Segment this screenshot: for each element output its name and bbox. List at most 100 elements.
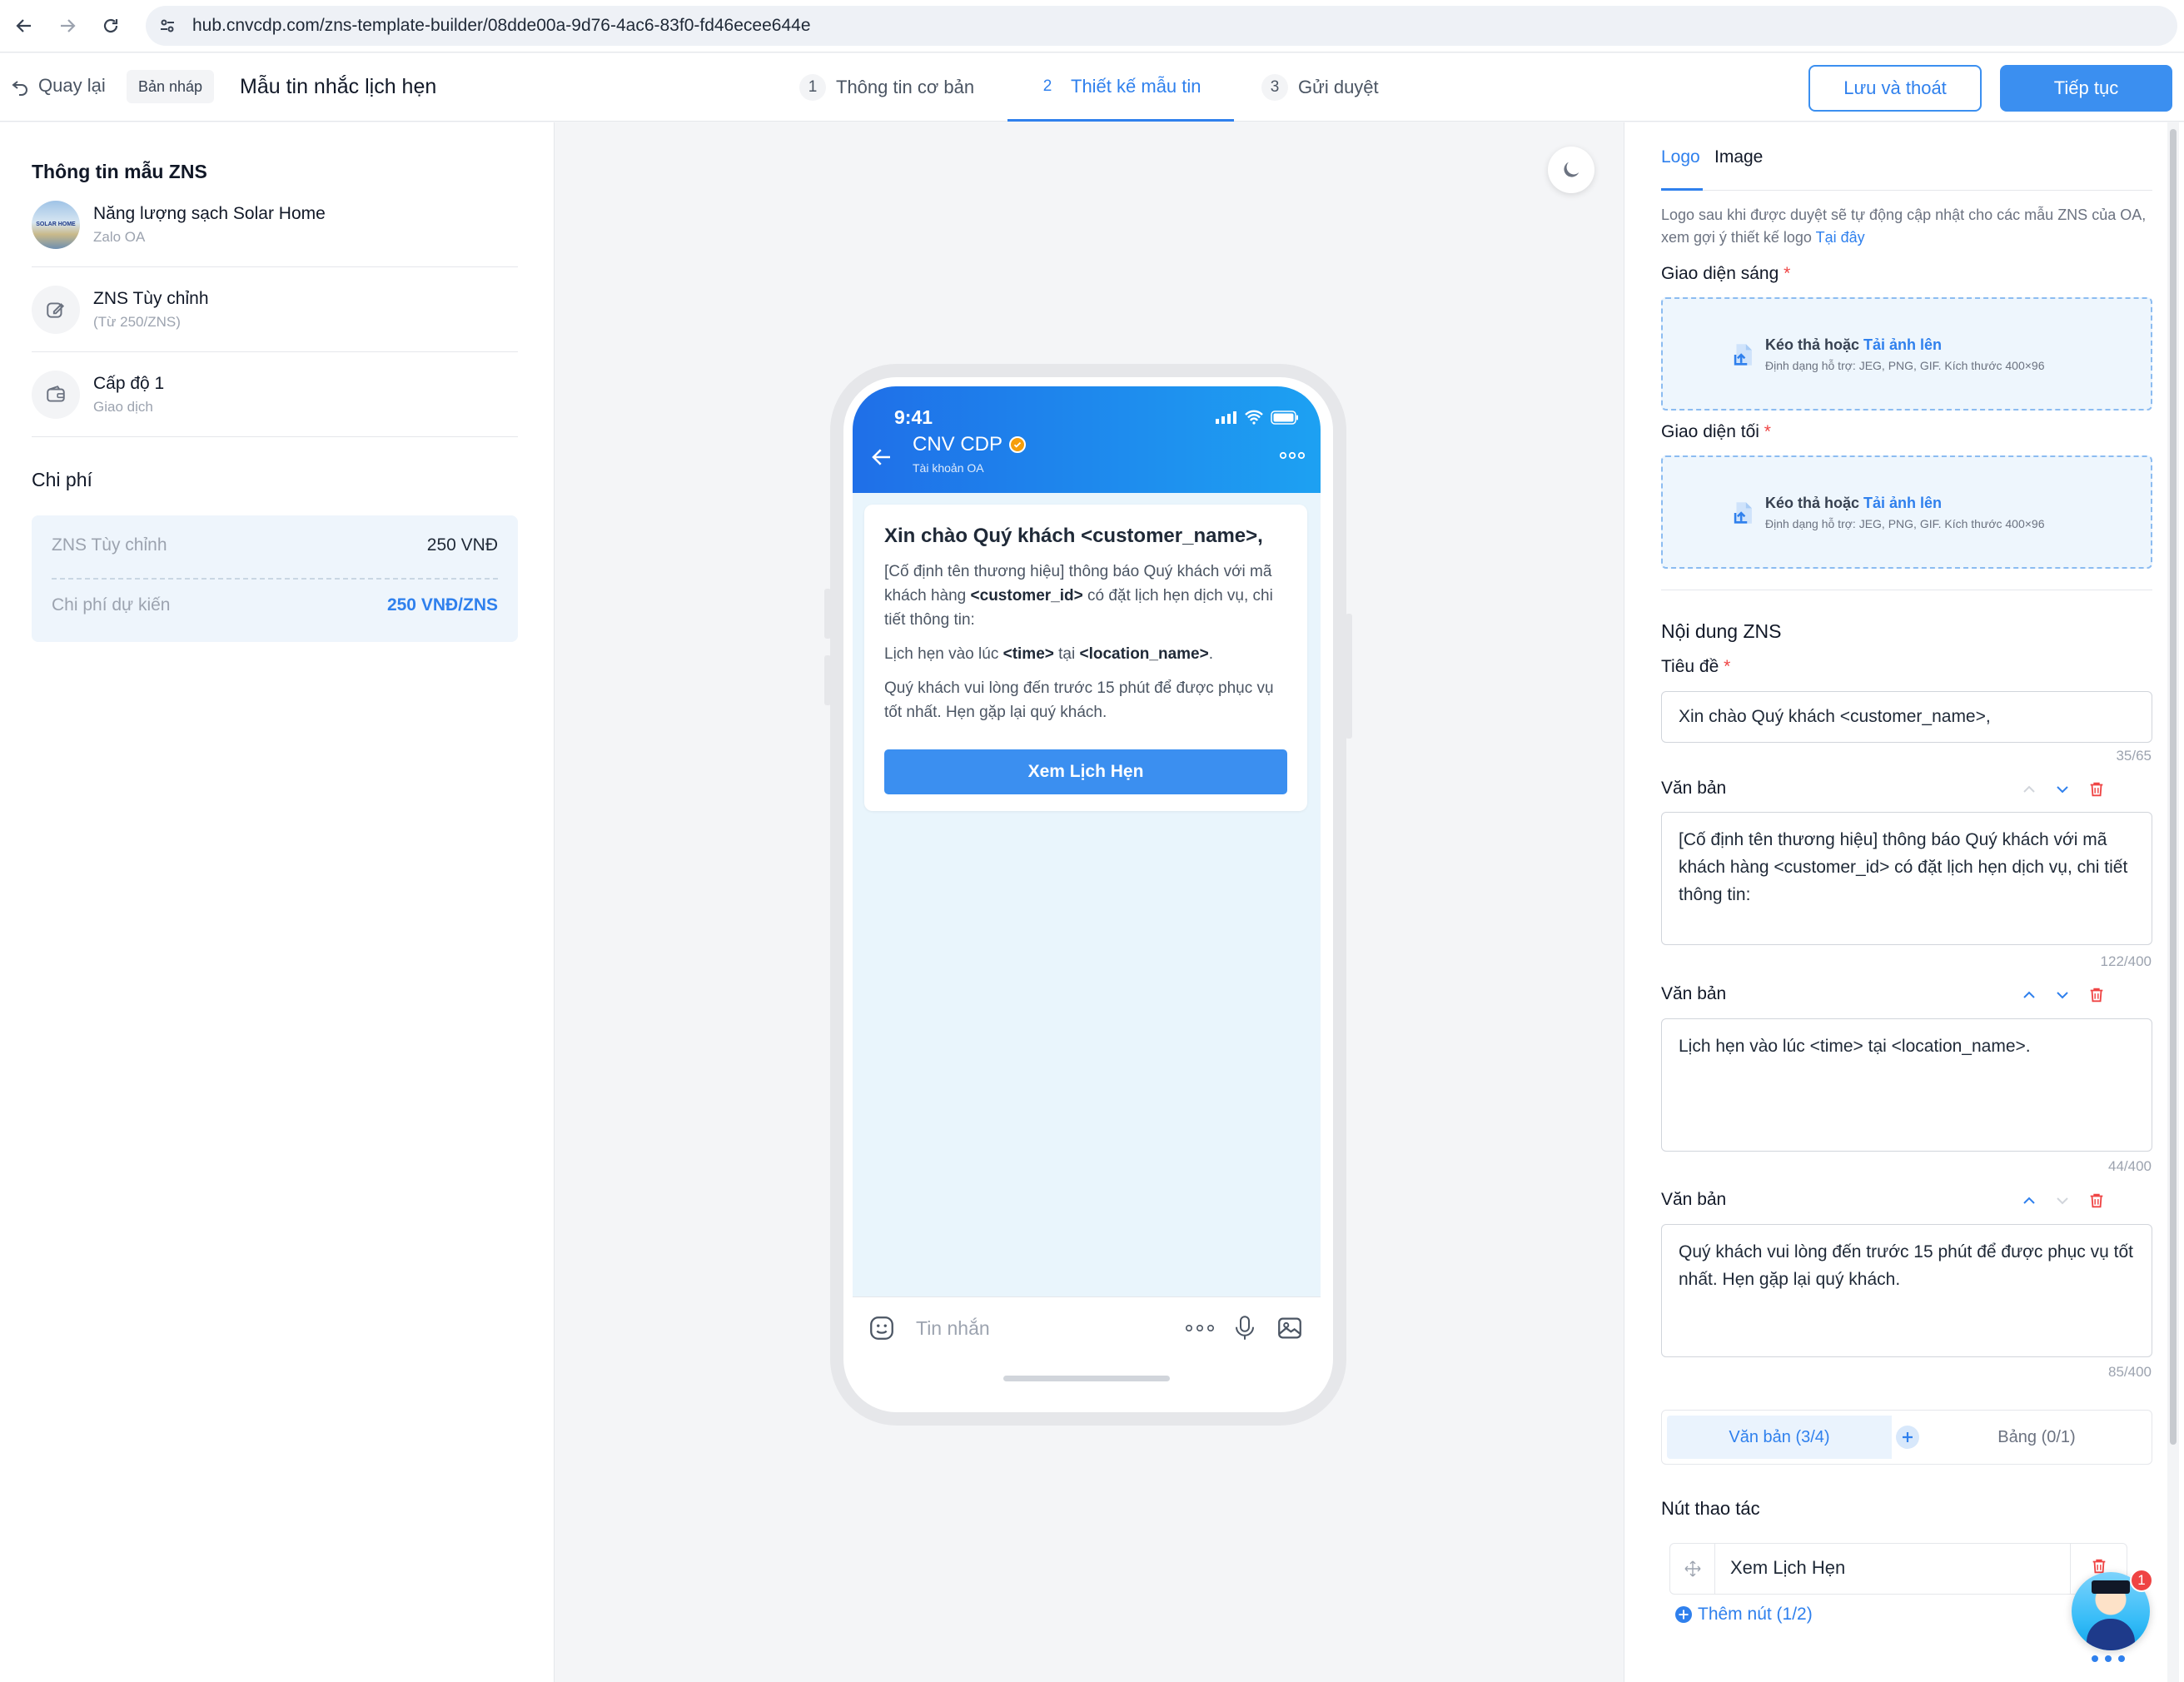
tab-logo[interactable]: Logo: [1661, 147, 1703, 191]
upload-file-icon: [1729, 341, 1758, 373]
view-appointment-button[interactable]: Xem Lịch Hẹn: [884, 749, 1287, 794]
right-editor-panel: Logo Image Logo sau khi được duyệt sẽ tự…: [1624, 122, 2184, 1682]
title-label: Tiêu đề *: [1661, 657, 1731, 676]
scroll-thumb[interactable]: [2170, 129, 2177, 1445]
text-block-controls: [2021, 780, 2106, 803]
trash-icon[interactable]: [2087, 780, 2106, 803]
url-text: hub.cnvcdp.com/zns-template-builder/08dd…: [192, 16, 811, 35]
text-block-label: Văn bản: [1661, 779, 1727, 798]
zns-message-card: Xin chào Quý khách <customer_name>, [Cố …: [864, 505, 1307, 811]
move-up-icon[interactable]: [2021, 987, 2037, 1008]
verified-badge-icon: [1009, 436, 1027, 453]
upload-instruction: Kéo thả hoặc Tải ảnh lên: [1765, 494, 1943, 511]
light-logo-dropzone[interactable]: Kéo thả hoặc Tải ảnh lên Định dạng hỗ tr…: [1661, 297, 2152, 411]
browser-bar: hub.cnvcdp.com/zns-template-builder/08dd…: [0, 0, 2184, 52]
zns-type-price: (Từ 250/ZNS): [93, 313, 181, 330]
image-icon[interactable]: [1276, 1314, 1304, 1346]
text-block-textarea[interactable]: Lịch hẹn vào lúc <time> tại <location_na…: [1661, 1018, 2152, 1152]
status-time: 9:41: [894, 406, 933, 428]
save-exit-button[interactable]: Lưu và thoát: [1808, 65, 1982, 112]
step-basic-info[interactable]: 1 Thông tin cơ bản: [799, 53, 974, 122]
more-options-icon[interactable]: [1279, 450, 1306, 465]
text-block-counter: 85/400: [2108, 1364, 2152, 1380]
dark-mode-label: Giao diện tối *: [1661, 422, 1771, 441]
message-title: Xin chào Quý khách <customer_name>,: [884, 525, 1263, 547]
move-down-icon[interactable]: [2054, 987, 2071, 1008]
text-block-textarea[interactable]: [Cố định tên thương hiệu] thông báo Quý …: [1661, 812, 2152, 945]
typing-dots-icon: [2092, 1655, 2125, 1662]
add-action-button[interactable]: Thêm nút (1/2): [1674, 1605, 1813, 1625]
plus-icon[interactable]: [1896, 1426, 1919, 1449]
zns-type-title: ZNS Tùy chỉnh: [93, 288, 209, 308]
step-label: Gửi duyệt: [1298, 77, 1379, 97]
move-down-icon[interactable]: [2054, 781, 2071, 802]
message-paragraph: Quý khách vui lòng đến trước 15 phút để …: [884, 679, 1274, 721]
cost-row-estimated: Chi phí dự kiến 250 VNĐ/ZNS: [52, 595, 498, 615]
step-number: 2: [1042, 77, 1052, 95]
logo-hint: Logo sau khi được duyệt sẽ tự động cập n…: [1661, 207, 2147, 246]
upload-link[interactable]: Tải ảnh lên: [1863, 495, 1942, 511]
upload-instruction: Kéo thả hoặc Tải ảnh lên: [1765, 336, 1943, 353]
move-up-icon[interactable]: [2021, 1192, 2037, 1213]
page-title: Mẫu tin nhắc lịch hẹn: [240, 75, 437, 98]
level-title: Cấp độ 1: [93, 373, 165, 393]
title-input[interactable]: Xin chào Quý khách <customer_name>,: [1661, 691, 2152, 743]
drag-handle-icon[interactable]: [1670, 1544, 1715, 1594]
message-paragraph: Lịch hẹn vào lúc <time> tại <location_na…: [884, 645, 1213, 663]
site-settings-icon[interactable]: [157, 16, 177, 41]
reload-icon[interactable]: [92, 7, 130, 45]
status-badge: Bản nháp: [127, 70, 215, 103]
title-counter: 35/65: [2116, 748, 2152, 764]
step-label: Thông tin cơ bản: [836, 77, 975, 97]
text-block-controls: [2021, 1192, 2106, 1214]
text-block-counter: 44/400: [2108, 1158, 2152, 1174]
cost-label: ZNS Tùy chỉnh: [52, 535, 167, 555]
text-block-textarea[interactable]: Quý khách vui lòng đến trước 15 phút để …: [1661, 1224, 2152, 1357]
text-block-label: Văn bản: [1661, 984, 1727, 1003]
action-button-input[interactable]: Xem Lịch Hẹn: [1730, 1557, 1845, 1579]
notification-badge: 1: [2130, 1569, 2153, 1592]
text-block-counter: 122/400: [2100, 953, 2152, 969]
oa-account-subtitle: Tài khoản OA: [913, 461, 984, 475]
upload-link[interactable]: Tải ảnh lên: [1863, 336, 1942, 353]
status-icons: [1216, 410, 1299, 425]
oa-type: Zalo OA: [93, 228, 146, 245]
undo-arrow-icon: [12, 81, 27, 96]
add-text-block-button[interactable]: Văn bản (3/4): [1667, 1416, 1892, 1459]
continue-button[interactable]: Tiếp tục: [2000, 65, 2172, 112]
trash-icon[interactable]: [2087, 986, 2106, 1008]
address-bar[interactable]: hub.cnvcdp.com/zns-template-builder/08dd…: [146, 6, 2177, 46]
back-button[interactable]: Quay lại: [10, 75, 106, 97]
message-input[interactable]: Tin nhắn: [916, 1317, 990, 1340]
battery-icon: [1271, 410, 1298, 425]
emoji-icon[interactable]: [868, 1314, 896, 1346]
action-button-row: Xem Lịch Hẹn: [1669, 1543, 2127, 1595]
dark-logo-dropzone[interactable]: Kéo thả hoặc Tải ảnh lên Định dạng hỗ tr…: [1661, 455, 2152, 569]
home-indicator: [1003, 1376, 1170, 1381]
move-down-icon: [2054, 1192, 2071, 1213]
step-design-template[interactable]: 2 Thiết kế mẫu tin: [1007, 53, 1234, 122]
signal-icon: [1216, 411, 1236, 424]
forward-arrow-icon[interactable]: [48, 7, 87, 45]
design-guide-link[interactable]: Tại đây: [1816, 229, 1865, 246]
info-section-title: Thông tin mẫu ZNS: [32, 161, 207, 182]
cost-row-custom: ZNS Tùy chỉnh 250 VNĐ: [52, 535, 498, 555]
scrollbar[interactable]: [2167, 122, 2179, 1682]
move-up-icon: [2021, 781, 2037, 802]
more-dots-icon[interactable]: [1184, 1322, 1216, 1338]
back-arrow-icon[interactable]: [5, 7, 43, 45]
cost-section-title: Chi phí: [32, 469, 92, 490]
chat-back-icon[interactable]: [869, 445, 894, 474]
add-table-block-button[interactable]: Bảng (0/1): [1925, 1416, 2148, 1459]
cost-divider: [52, 578, 498, 580]
trash-icon[interactable]: [2087, 1192, 2106, 1214]
phone-mockup: 9:41 CNV CDP Tài khoản OA Xin chào Quý k…: [830, 364, 1346, 1426]
microphone-icon[interactable]: [1232, 1314, 1257, 1346]
preview-area: 9:41 CNV CDP Tài khoản OA Xin chào Quý k…: [555, 122, 1623, 1682]
step-submit-review[interactable]: 3 Gửi duyệt: [1261, 53, 1379, 122]
support-chat-widget[interactable]: 1: [2067, 1569, 2158, 1672]
tab-image[interactable]: Image: [1714, 147, 1763, 191]
dark-mode-toggle[interactable]: [1548, 147, 1594, 193]
chat-input-bar: Tin nhắn: [853, 1296, 1321, 1403]
edit-icon: [32, 285, 80, 334]
